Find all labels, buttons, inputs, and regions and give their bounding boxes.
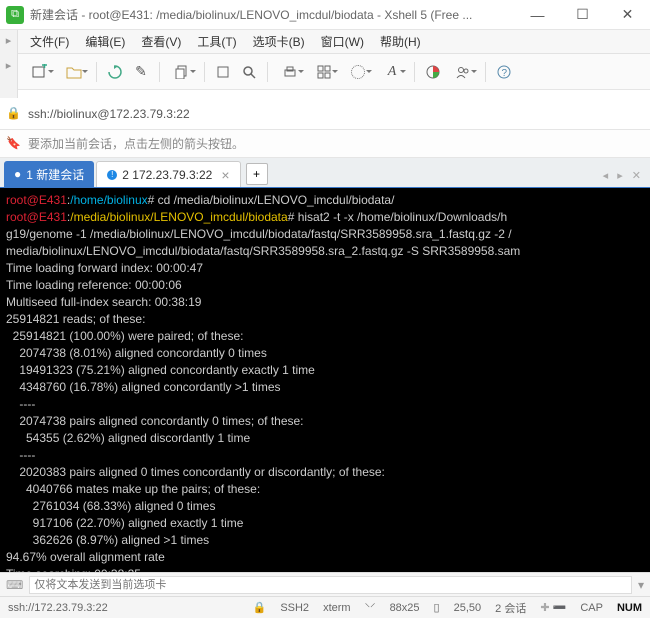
status-ssh-icon: 🔒: [253, 601, 267, 614]
send-input[interactable]: [29, 576, 632, 594]
menu-help[interactable]: 帮助(H): [372, 31, 429, 52]
tab-dot-icon: !: [107, 170, 117, 180]
hint-bar: 🔖 要添加当前会话，点击左侧的箭头按钮。: [0, 130, 650, 158]
encoding-button[interactable]: [342, 60, 374, 84]
new-session-button[interactable]: [24, 60, 56, 84]
users-button[interactable]: [447, 60, 479, 84]
status-ssh: SSH2: [280, 602, 309, 614]
tab-label: 2 172.23.79.3:22: [122, 168, 212, 182]
status-term: xterm: [323, 602, 351, 614]
hint-text: 要添加当前会话，点击左侧的箭头按钮。: [28, 135, 244, 152]
properties-button[interactable]: [211, 60, 235, 84]
tab-strip: ● 1 新建会话 ! 2 172.23.79.3:22 × + ◂ ▸ ✕: [0, 158, 650, 188]
status-num: NUM: [617, 602, 642, 614]
minimize-button[interactable]: —: [515, 0, 560, 30]
color-button[interactable]: [421, 60, 445, 84]
bookmark-icon[interactable]: 🔖: [6, 136, 22, 152]
add-tab-button[interactable]: +: [246, 163, 268, 185]
window-title: 新建会话 - root@E431: /media/biolinux/LENOVO…: [30, 6, 515, 23]
menu-tabs[interactable]: 选项卡(B): [245, 31, 313, 52]
tab-close-icon[interactable]: ×: [221, 167, 229, 183]
title-bar: ⧉ 新建会话 - root@E431: /media/biolinux/LENO…: [0, 0, 650, 30]
toolbar: ✎ A ?: [18, 54, 650, 90]
gutter-arrow-icon[interactable]: ▸: [6, 34, 12, 47]
menu-window[interactable]: 窗口(W): [313, 31, 372, 52]
status-bar: ssh://172.23.79.3:22 🔒 SSH2 xterm ⸌⸍ 88x…: [0, 596, 650, 618]
send-target-icon[interactable]: ▾: [638, 578, 644, 592]
maximize-button[interactable]: ☐: [560, 0, 605, 30]
tabs-nav[interactable]: ◂ ▸ ✕: [603, 169, 644, 182]
gutter-arrow-icon[interactable]: ▸: [6, 59, 12, 72]
encoding-icon: [351, 65, 365, 79]
search-button[interactable]: [237, 60, 261, 84]
left-gutter: ▸ ▸: [0, 30, 18, 98]
address-bar: 🔒 ssh://biolinux@172.23.79.3:22: [0, 98, 650, 130]
status-size: 88x25: [390, 602, 420, 614]
menu-tools[interactable]: 工具(T): [189, 31, 244, 52]
status-sessions: 2 会话: [495, 600, 526, 616]
copy-button[interactable]: [166, 60, 198, 84]
reconnect-button[interactable]: [103, 60, 127, 84]
menu-view[interactable]: 查看(V): [133, 31, 189, 52]
address-text[interactable]: ssh://biolinux@172.23.79.3:22: [28, 107, 644, 121]
send-icon[interactable]: ⌨: [6, 578, 23, 592]
menu-edit[interactable]: 编辑(E): [77, 31, 133, 52]
status-nav-icon[interactable]: ✚ ➖: [540, 601, 566, 614]
tab-label: 1 新建会话: [26, 166, 84, 183]
tab-new-session[interactable]: ● 1 新建会话: [4, 161, 94, 187]
terminal[interactable]: root@E431:/home/biolinux# cd /media/biol…: [0, 188, 650, 572]
status-pos-icon: ▯: [434, 601, 440, 614]
print-button[interactable]: [274, 60, 306, 84]
svg-text:?: ?: [502, 68, 508, 79]
menu-bar: 文件(F) 编辑(E) 查看(V) 工具(T) 选项卡(B) 窗口(W) 帮助(…: [18, 30, 650, 54]
layout-button[interactable]: [308, 60, 340, 84]
open-button[interactable]: [58, 60, 90, 84]
status-cap: CAP: [580, 602, 603, 614]
status-pos: 25,50: [454, 602, 482, 614]
status-host: ssh://172.23.79.3:22: [8, 602, 108, 614]
help-button[interactable]: ?: [492, 60, 516, 84]
status-size-icon: ⸌⸍: [365, 600, 376, 615]
app-icon: ⧉: [6, 6, 24, 24]
send-bar: ⌨ ▾: [0, 572, 650, 596]
close-button[interactable]: ✕: [605, 0, 650, 30]
disconnect-button[interactable]: ✎: [129, 60, 153, 84]
font-button[interactable]: A: [376, 60, 408, 84]
menu-file[interactable]: 文件(F): [22, 31, 77, 52]
tab-dot-icon: ●: [14, 167, 21, 181]
lock-icon: 🔒: [6, 106, 22, 122]
tab-host[interactable]: ! 2 172.23.79.3:22 ×: [96, 161, 240, 187]
